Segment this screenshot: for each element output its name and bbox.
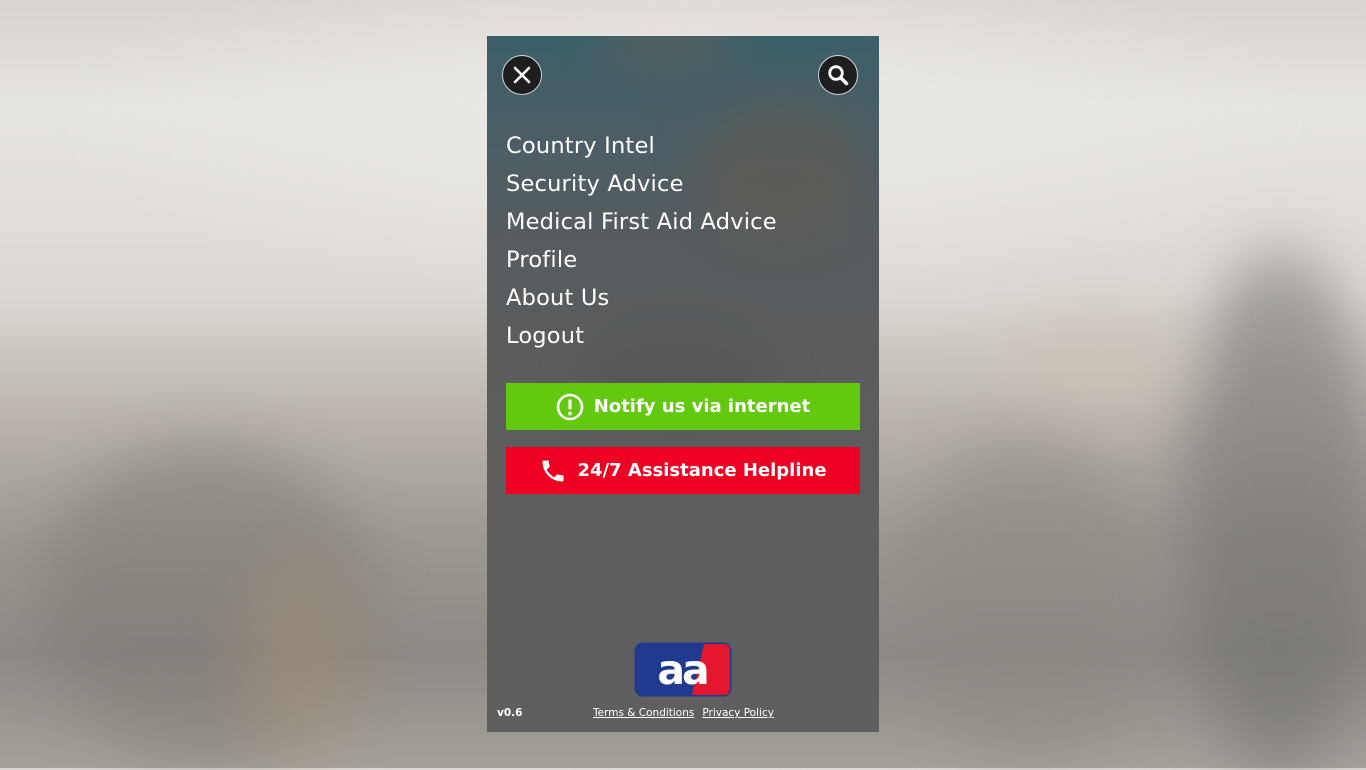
version-label: v0.6: [497, 707, 523, 719]
menu-item-about-us[interactable]: About Us: [506, 279, 777, 317]
logo-text: aa: [657, 646, 707, 694]
helpline-button-label: 24/7 Assistance Helpline: [577, 460, 827, 481]
aa-logo: aa: [634, 642, 732, 697]
mobile-menu-screen: Country Intel Security Advice Medical Fi…: [487, 36, 879, 732]
phone-icon: [539, 457, 567, 485]
menu-item-country-intel[interactable]: Country Intel: [506, 127, 777, 165]
notify-button-label: Notify us via internet: [593, 396, 811, 417]
background-blur-haze: [1000, 300, 1200, 420]
footer-links: Terms & Conditions Privacy Policy: [593, 707, 774, 719]
close-icon: [513, 66, 531, 84]
privacy-policy-link[interactable]: Privacy Policy: [702, 707, 774, 719]
menu-item-profile[interactable]: Profile: [506, 241, 777, 279]
background-blur-building: [1180, 250, 1366, 770]
alert-circle-icon: [556, 393, 584, 421]
menu-item-medical-first-aid-advice[interactable]: Medical First Aid Advice: [506, 203, 777, 241]
assistance-helpline-button[interactable]: 24/7 Assistance Helpline: [506, 447, 860, 494]
notify-via-internet-button[interactable]: Notify us via internet: [506, 383, 860, 430]
menu-item-logout[interactable]: Logout: [506, 317, 777, 355]
menu-item-security-advice[interactable]: Security Advice: [506, 165, 777, 203]
background-blur-lights: [240, 560, 360, 760]
background-blur-city-right: [900, 430, 1160, 760]
close-button[interactable]: [502, 55, 542, 95]
search-button[interactable]: [818, 55, 858, 95]
screen-glow: [597, 36, 737, 76]
main-menu: Country Intel Security Advice Medical Fi…: [506, 127, 777, 355]
terms-conditions-link[interactable]: Terms & Conditions: [593, 707, 694, 719]
search-icon: [827, 64, 849, 86]
